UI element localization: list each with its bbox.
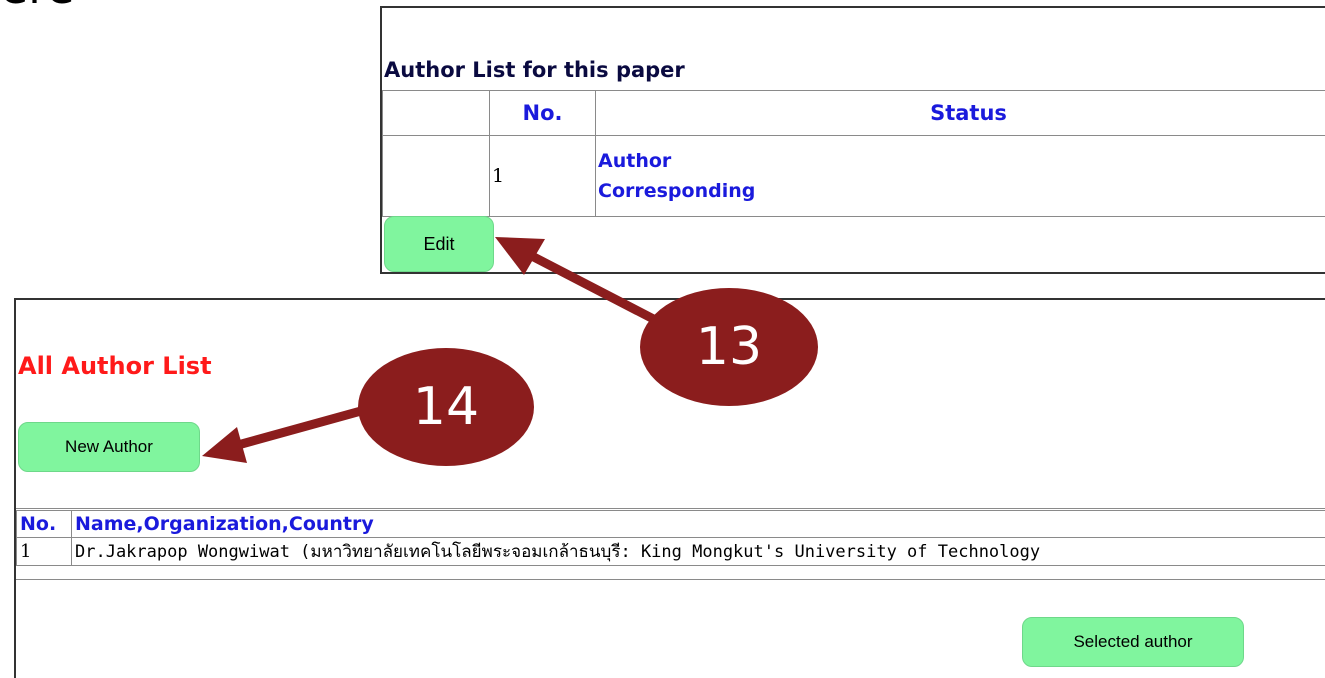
status-corresponding[interactable]: Corresponding	[598, 176, 1325, 206]
cut-off-heading: ere	[0, 0, 75, 14]
header-status: Status	[596, 91, 1325, 136]
all-author-list-title: All Author List	[18, 352, 212, 380]
row-blank-cell	[383, 136, 490, 217]
header-no: No.	[490, 91, 596, 136]
row-name-cell: Dr.Jakrapop Wongwiwat (มหาวิทยาลัยเทคโนโ…	[72, 538, 1325, 566]
edit-button[interactable]: Edit	[384, 216, 494, 272]
header-blank	[383, 91, 490, 136]
divider	[16, 508, 1325, 509]
selected-author-button[interactable]: Selected author	[1022, 617, 1244, 667]
status-author[interactable]: Author	[598, 146, 1325, 176]
callout-13: 13	[640, 288, 818, 406]
paper-author-table: No. Status 1 Author Corresponding	[382, 90, 1325, 217]
row-no-cell: 1	[17, 538, 72, 566]
new-author-button[interactable]: New Author	[18, 422, 200, 472]
row-no-cell: 1	[490, 136, 596, 217]
row-status-cell: Author Corresponding	[596, 136, 1325, 217]
all-author-table: No. Name,Organization,Country 1 Dr.Jakra…	[16, 510, 1325, 566]
paper-author-list-title: Author List for this paper	[384, 58, 685, 82]
paper-author-panel: Author List for this paper No. Status 1 …	[380, 6, 1325, 274]
header-name-org-country: Name,Organization,Country	[72, 511, 1325, 538]
table-header-row: No. Status	[383, 91, 1325, 136]
table-row[interactable]: 1 Dr.Jakrapop Wongwiwat (มหาวิทยาลัยเทคโ…	[17, 538, 1325, 566]
table-row: 1 Author Corresponding	[383, 136, 1325, 217]
callout-14: 14	[358, 348, 534, 466]
header-no: No.	[17, 511, 72, 538]
table-header-row: No. Name,Organization,Country	[17, 511, 1325, 538]
divider	[16, 579, 1325, 580]
